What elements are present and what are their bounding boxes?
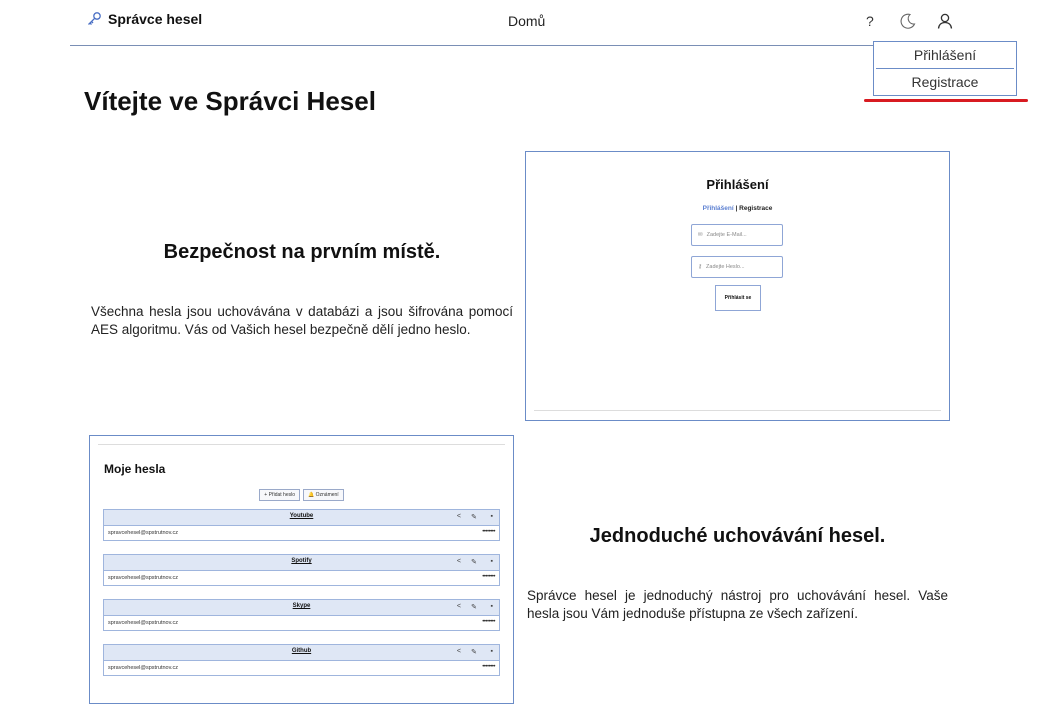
menu-item-login[interactable]: Přihlášení [874, 42, 1016, 68]
trash-icon: ▪ [490, 603, 493, 610]
highlight-underline [864, 99, 1028, 102]
edit-icon: ✎ [471, 559, 477, 566]
password-card-header: Youtube < ✎ ▪ [104, 510, 499, 526]
share-icon: < [456, 513, 461, 520]
login-preview-footer-line [534, 410, 941, 411]
storage-heading: Jednoduché uchovávání hesel. [589, 525, 886, 547]
user-dropdown-menu: Přihlášení Registrace [873, 41, 1017, 96]
password-card-body: spravcehesel@spstrutnov.cz •••••••• [104, 526, 499, 540]
brand-link[interactable]: Správce hesel [86, 11, 202, 27]
password-card-body: spravcehesel@spstrutnov.cz •••••••• [104, 616, 499, 630]
password-card-password: •••••••• [482, 529, 495, 535]
menu-item-register[interactable]: Registrace [874, 69, 1016, 95]
bell-icon: 🔔 [308, 492, 315, 498]
login-preview-links: Přihlášení | Registrace [526, 205, 949, 212]
password-card-password: •••••••• [482, 574, 495, 580]
passwords-preview-image: Moje hesla + Přidat heslo 🔔 Oznámení You… [89, 435, 514, 704]
navbar: Správce hesel Domů ? [70, 0, 960, 46]
security-description: Všechna hesla jsou uchovávána v databázi… [91, 304, 513, 337]
login-preview-password-placeholder: Zadejte Heslo... [706, 264, 745, 270]
password-card: Skype < ✎ ▪ spravcehesel@spstrutnov.cz •… [103, 599, 500, 631]
share-icon: < [456, 558, 461, 565]
storage-description: Správce hesel je jednoduchý nástroj pro … [527, 588, 948, 621]
page-title: Vítejte ve Správci Hesel [84, 86, 376, 116]
trash-icon: ▪ [490, 558, 493, 565]
password-card-email: spravcehesel@spstrutnov.cz [108, 620, 178, 626]
login-preview-email-field: ✉ Zadejte E-Mail... [691, 224, 783, 246]
share-icon: < [456, 603, 461, 610]
password-card: Spotify < ✎ ▪ spravcehesel@spstrutnov.cz… [103, 554, 500, 586]
password-card-header: Github < ✎ ▪ [104, 645, 499, 661]
login-preview-submit-button: Přihlásit se [715, 285, 761, 311]
edit-icon: ✎ [471, 604, 477, 611]
nav-home-link[interactable]: Domů [508, 13, 545, 29]
password-card-header: Skype < ✎ ▪ [104, 600, 499, 616]
login-preview-link-register: Registrace [739, 205, 773, 212]
password-card-name: Youtube [289, 513, 314, 519]
share-icon: < [456, 648, 461, 655]
password-card-header: Spotify < ✎ ▪ [104, 555, 499, 571]
password-card-email: spravcehesel@spstrutnov.cz [108, 530, 178, 536]
password-card-name: Github [291, 648, 312, 654]
login-preview-title: Přihlášení [706, 177, 769, 192]
password-card: Github < ✎ ▪ spravcehesel@spstrutnov.cz … [103, 644, 500, 676]
edit-icon: ✎ [471, 649, 477, 656]
moon-icon[interactable] [899, 12, 917, 30]
password-card: Youtube < ✎ ▪ spravcehesel@spstrutnov.cz… [103, 509, 500, 541]
login-preview-link-login: Přihlášení [702, 205, 734, 212]
passwords-preview-actions: + Přidat heslo 🔔 Oznámení [90, 489, 513, 501]
key-icon [88, 12, 101, 25]
password-card-name: Skype [292, 603, 311, 609]
brand-name: Správce hesel [108, 11, 203, 27]
key-icon: ⚷ [698, 264, 703, 270]
login-preview-email-placeholder: Zadejte E-Mail... [706, 232, 747, 238]
password-card-email: spravcehesel@spstrutnov.cz [108, 665, 178, 671]
password-card-password: •••••••• [482, 619, 495, 625]
trash-icon: ▪ [490, 513, 493, 520]
mail-icon: ✉ [698, 232, 703, 238]
add-password-button: + Přidat heslo [259, 489, 300, 501]
password-card-body: spravcehesel@spstrutnov.cz •••••••• [104, 661, 499, 675]
help-button[interactable]: ? [866, 13, 874, 29]
notifications-button: 🔔 Oznámení [303, 489, 344, 501]
passwords-preview-title: Moje hesla [104, 462, 166, 476]
security-heading: Bezpečnost na prvním místě. [163, 241, 441, 263]
edit-icon: ✎ [471, 514, 477, 521]
user-icon[interactable] [936, 12, 954, 30]
password-card-email: spravcehesel@spstrutnov.cz [108, 575, 178, 581]
password-card-password: •••••••• [482, 664, 495, 670]
login-preview-password-field: ⚷ Zadejte Heslo... [691, 256, 783, 278]
notifications-label: Oznámení [315, 492, 339, 498]
login-preview-link-separator: | [735, 205, 738, 212]
trash-icon: ▪ [490, 648, 493, 655]
passwords-preview-topline [98, 444, 505, 445]
password-card-body: spravcehesel@spstrutnov.cz •••••••• [104, 571, 499, 585]
login-preview-image: Přihlášení Přihlášení | Registrace ✉ Zad… [525, 151, 950, 421]
password-card-name: Spotify [291, 558, 312, 564]
